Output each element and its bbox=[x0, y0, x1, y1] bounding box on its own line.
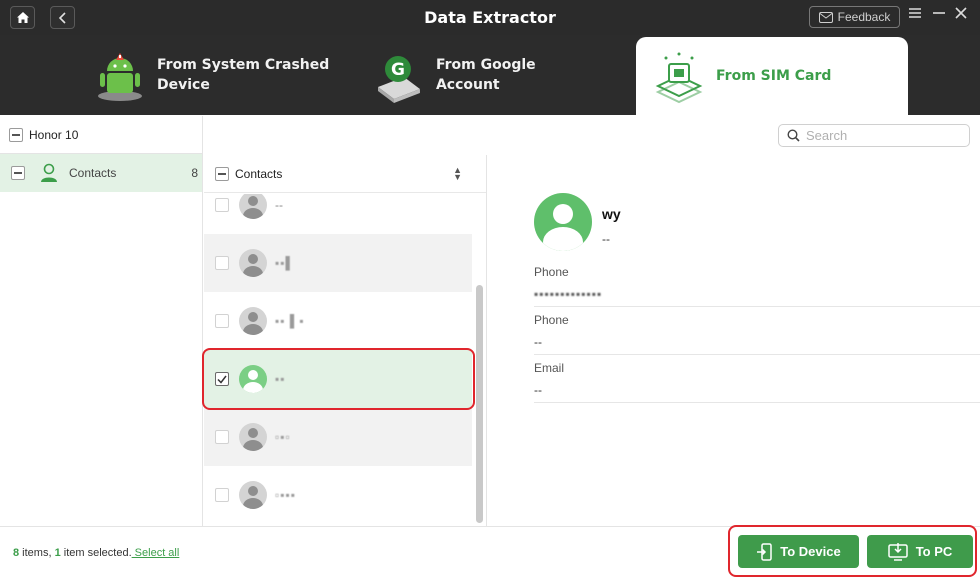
device-category-panel: Honor 10 Contacts 8 bbox=[0, 116, 203, 526]
sort-icon[interactable]: ▲ ▼ bbox=[453, 166, 462, 182]
contact-list-panel: Contacts ▲ ▼ -- ▪︎▪︎▌ ▪︎▪︎ ▌▪︎ ▪︎▪︎ ▫︎▪︎… bbox=[204, 155, 487, 526]
search-input[interactable] bbox=[806, 128, 966, 143]
contact-row[interactable]: -- bbox=[204, 194, 472, 234]
category-label: Contacts bbox=[69, 166, 117, 180]
detail-field-phone: Phone ▪︎▪︎▪︎▪︎▪︎▪︎▪︎▪︎▪︎▪︎▪︎▪︎▪︎ bbox=[534, 259, 980, 307]
minimize-button[interactable] bbox=[932, 5, 946, 25]
import-device-icon bbox=[757, 542, 773, 561]
contact-name: ▫︎▪︎▫︎ bbox=[275, 430, 291, 444]
menu-icon bbox=[909, 8, 921, 18]
detail-field-phone-2: Phone -- bbox=[534, 307, 980, 355]
tab-google-account[interactable]: G From Google Account bbox=[374, 35, 604, 115]
contact-detail-name: wy bbox=[602, 206, 621, 222]
close-button[interactable] bbox=[954, 5, 968, 25]
tab-system-crashed-device[interactable]: From System Crashed Device bbox=[95, 35, 335, 115]
title-bar: Data Extractor Feedback bbox=[0, 0, 980, 35]
contact-row[interactable]: ▪︎▪︎▌ bbox=[204, 234, 472, 292]
contact-name: ▫︎▪︎▪︎▪︎ bbox=[275, 488, 297, 502]
avatar-icon bbox=[239, 194, 267, 219]
close-icon bbox=[955, 7, 967, 19]
contact-checkbox[interactable] bbox=[215, 256, 229, 270]
contact-checkbox[interactable] bbox=[215, 198, 229, 212]
svg-text:G: G bbox=[391, 60, 405, 80]
contact-row[interactable]: ▪︎▪︎ ▌▪︎ bbox=[204, 292, 472, 350]
contact-checkbox[interactable] bbox=[215, 430, 229, 444]
sim-card-icon bbox=[655, 52, 703, 104]
to-pc-label: To PC bbox=[915, 544, 953, 559]
tab-system-crashed-label: From System Crashed Device bbox=[157, 55, 329, 95]
to-pc-button[interactable]: To PC bbox=[867, 535, 973, 568]
select-all-link[interactable]: Select all bbox=[132, 547, 180, 559]
tab-google-label: From Google Account bbox=[435, 57, 536, 93]
source-tabs: From System Crashed Device G From Google… bbox=[0, 35, 980, 115]
device-checkbox[interactable] bbox=[9, 127, 23, 142]
contact-row[interactable]: ▫︎▪︎▫︎ bbox=[204, 408, 472, 466]
contact-row[interactable]: ▫︎▪︎▪︎▪︎ bbox=[204, 466, 472, 524]
contact-list-title: Contacts bbox=[235, 166, 283, 181]
field-label: Phone bbox=[534, 265, 569, 279]
category-checkbox[interactable] bbox=[11, 166, 25, 180]
download-to-pc-icon bbox=[887, 542, 908, 561]
contact-list-header: Contacts ▲ ▼ bbox=[204, 155, 486, 193]
tab-sim-label: From SIM Card bbox=[716, 68, 832, 84]
person-icon bbox=[41, 163, 57, 182]
contact-name: -- bbox=[275, 198, 283, 212]
field-label: Phone bbox=[534, 313, 569, 327]
contact-detail-subtitle: -- bbox=[602, 232, 610, 246]
detail-field-email: Email -- bbox=[534, 355, 980, 403]
tab-label-line: Device bbox=[157, 77, 210, 93]
to-device-button[interactable]: To Device bbox=[738, 535, 859, 568]
tab-sim-card[interactable]: From SIM Card bbox=[636, 37, 908, 115]
field-value: -- bbox=[534, 383, 542, 397]
android-robot-icon bbox=[98, 53, 142, 101]
minimize-icon bbox=[933, 12, 945, 14]
contact-detail-panel: wy -- Phone ▪︎▪︎▪︎▪︎▪︎▪︎▪︎▪︎▪︎▪︎▪︎▪︎▪︎ P… bbox=[488, 155, 980, 526]
status-text: item selected. bbox=[60, 547, 132, 559]
field-value: ▪︎▪︎▪︎▪︎▪︎▪︎▪︎▪︎▪︎▪︎▪︎▪︎▪︎ bbox=[534, 287, 603, 301]
google-account-icon: G bbox=[377, 56, 420, 103]
field-value: -- bbox=[534, 335, 542, 349]
selected-contact-highlight bbox=[202, 348, 475, 410]
avatar-icon bbox=[239, 423, 267, 451]
select-all-contacts-checkbox[interactable] bbox=[215, 166, 229, 181]
contact-checkbox[interactable] bbox=[215, 488, 229, 502]
feedback-label: Feedback bbox=[837, 10, 891, 24]
contact-list-scrollbar[interactable] bbox=[476, 285, 483, 523]
selection-status: 8 items, 1 item selected. Select all bbox=[13, 547, 179, 559]
contact-name: ▪︎▪︎▌ bbox=[275, 256, 296, 270]
contact-name: ▪︎▪︎ ▌▪︎ bbox=[275, 314, 305, 328]
avatar-icon bbox=[239, 307, 267, 335]
mail-icon bbox=[818, 11, 833, 23]
device-name: Honor 10 bbox=[29, 127, 79, 142]
search-icon bbox=[787, 129, 800, 142]
status-text: items, bbox=[19, 547, 55, 559]
to-device-label: To Device bbox=[780, 544, 841, 559]
contact-avatar-icon bbox=[534, 193, 592, 251]
device-header: Honor 10 bbox=[0, 116, 202, 154]
tab-label-line: From System Crashed bbox=[157, 57, 330, 73]
avatar-icon bbox=[239, 481, 267, 509]
menu-button[interactable] bbox=[908, 5, 922, 25]
search-box[interactable] bbox=[778, 124, 970, 147]
field-label: Email bbox=[534, 361, 565, 375]
contact-checkbox[interactable] bbox=[215, 314, 229, 328]
feedback-button[interactable]: Feedback bbox=[809, 6, 900, 28]
avatar-icon bbox=[239, 249, 267, 277]
category-count: 8 bbox=[191, 166, 198, 180]
category-item-contacts[interactable]: Contacts 8 bbox=[0, 154, 202, 192]
